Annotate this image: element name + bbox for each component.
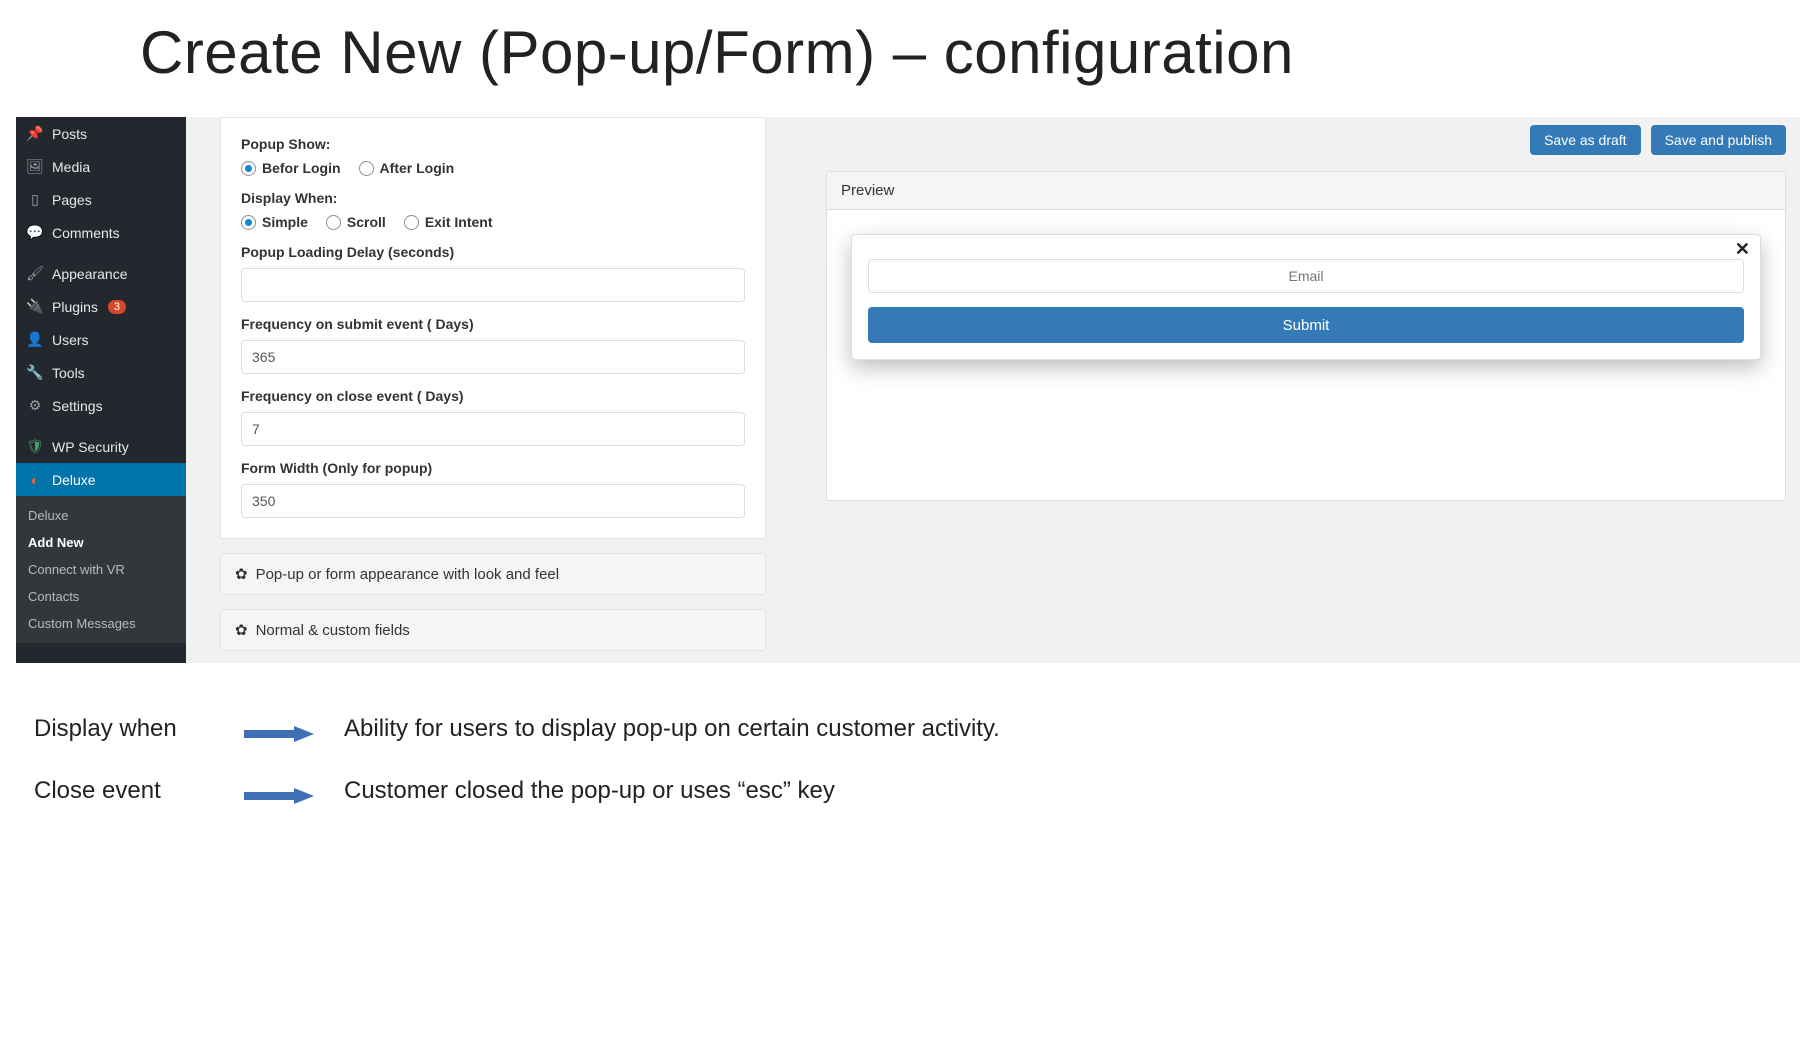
- plug-icon: 🔌: [26, 298, 44, 315]
- sidebar-item-deluxe[interactable]: ◐ Deluxe: [16, 463, 186, 496]
- form-width-input[interactable]: [241, 484, 745, 518]
- display-when-options: Simple Scroll Exit Intent: [241, 214, 745, 230]
- deluxe-icon: ◐: [26, 472, 44, 488]
- radio-label: Befor Login: [262, 160, 341, 176]
- loading-delay-input[interactable]: [241, 268, 745, 302]
- user-icon: 👤: [26, 331, 44, 348]
- sidebar-item-label: Tools: [52, 365, 85, 381]
- radio-label: After Login: [380, 160, 455, 176]
- arrow-icon: [244, 783, 314, 799]
- sidebar-item-settings[interactable]: ⚙ Settings: [16, 389, 186, 422]
- sidebar-item-label: Pages: [52, 192, 92, 208]
- sidebar-item-plugins[interactable]: 🔌 Plugins 3: [16, 290, 186, 323]
- freq-close-label: Frequency on close event ( Days): [241, 388, 745, 404]
- accordion-fields[interactable]: ✿ Normal & custom fields: [220, 609, 766, 651]
- radio-icon: [359, 161, 374, 176]
- sliders-icon: ⚙: [26, 397, 44, 414]
- sidebar-item-label: Plugins: [52, 299, 98, 315]
- gear-icon: ✿: [235, 621, 248, 639]
- comment-icon: 💬: [26, 224, 44, 241]
- accordion-label: Normal & custom fields: [256, 622, 410, 639]
- submenu-connect-vr[interactable]: Connect with VR: [16, 556, 186, 583]
- media-icon: 🖼: [26, 158, 44, 175]
- sidebar-submenu: Deluxe Add New Connect with VR Contacts …: [16, 496, 186, 643]
- shield-icon: 🛡: [26, 438, 44, 455]
- note-description: Ability for users to display pop-up on c…: [344, 715, 1000, 743]
- sidebar-item-label: Users: [52, 332, 89, 348]
- gear-icon: ✿: [235, 565, 248, 583]
- sidebar-item-label: Deluxe: [52, 472, 96, 488]
- sidebar-item-label: Appearance: [52, 266, 128, 282]
- sidebar-item-users[interactable]: 👤 Users: [16, 323, 186, 356]
- radio-icon: [404, 215, 419, 230]
- save-draft-button[interactable]: Save as draft: [1530, 125, 1641, 155]
- sidebar-item-label: Posts: [52, 126, 87, 142]
- loading-delay-label: Popup Loading Delay (seconds): [241, 244, 745, 260]
- slide-notes: Display when Ability for users to displa…: [0, 663, 1800, 805]
- sidebar-item-wp-security[interactable]: 🛡 WP Security: [16, 430, 186, 463]
- slide-title: Create New (Pop-up/Form) – configuration: [0, 0, 1800, 117]
- main-content: Popup Show: Befor Login After Login Disp…: [186, 117, 1800, 663]
- email-input[interactable]: [868, 259, 1744, 293]
- freq-close-input[interactable]: [241, 412, 745, 446]
- radio-exit-intent[interactable]: Exit Intent: [404, 214, 493, 230]
- save-publish-button[interactable]: Save and publish: [1651, 125, 1786, 155]
- right-column: Save as draft Save and publish Preview ✕…: [786, 117, 1800, 663]
- preview-body: ✕ Submit: [827, 210, 1785, 500]
- radio-simple[interactable]: Simple: [241, 214, 308, 230]
- note-display-when: Display when Ability for users to displa…: [34, 715, 1800, 743]
- submenu-contacts[interactable]: Contacts: [16, 583, 186, 610]
- preview-panel: Preview ✕ Submit: [826, 171, 1786, 501]
- radio-icon: [241, 215, 256, 230]
- radio-before-login[interactable]: Befor Login: [241, 160, 341, 176]
- radio-label: Exit Intent: [425, 214, 493, 230]
- sidebar-item-comments[interactable]: 💬 Comments: [16, 216, 186, 249]
- submenu-custom-messages[interactable]: Custom Messages: [16, 610, 186, 637]
- brush-icon: 🖌: [26, 265, 44, 282]
- accordion-appearance[interactable]: ✿ Pop-up or form appearance with look an…: [220, 553, 766, 595]
- sidebar-item-posts[interactable]: 📌 Posts: [16, 117, 186, 150]
- note-label: Display when: [34, 715, 214, 743]
- sidebar-item-pages[interactable]: ▯ Pages: [16, 183, 186, 216]
- freq-submit-input[interactable]: [241, 340, 745, 374]
- sidebar-item-label: Media: [52, 159, 90, 175]
- popup-preview-card: ✕ Submit: [851, 234, 1761, 360]
- note-close-event: Close event Customer closed the pop-up o…: [34, 777, 1800, 805]
- note-label: Close event: [34, 777, 214, 805]
- radio-label: Scroll: [347, 214, 386, 230]
- form-width-label: Form Width (Only for popup): [241, 460, 745, 476]
- preview-heading: Preview: [827, 172, 1785, 210]
- submenu-deluxe[interactable]: Deluxe: [16, 502, 186, 529]
- submenu-add-new[interactable]: Add New: [16, 529, 186, 556]
- close-icon[interactable]: ✕: [1735, 239, 1750, 260]
- radio-label: Simple: [262, 214, 308, 230]
- save-buttons-row: Save as draft Save and publish: [826, 117, 1786, 171]
- sidebar-item-tools[interactable]: 🔧 Tools: [16, 356, 186, 389]
- radio-scroll[interactable]: Scroll: [326, 214, 386, 230]
- wp-sidebar: 📌 Posts 🖼 Media ▯ Pages 💬 Comments 🖌 App…: [16, 117, 186, 663]
- plugin-update-badge: 3: [108, 300, 126, 314]
- display-when-label: Display When:: [241, 190, 745, 206]
- radio-icon: [326, 215, 341, 230]
- sidebar-item-label: Comments: [52, 225, 120, 241]
- freq-submit-label: Frequency on submit event ( Days): [241, 316, 745, 332]
- sidebar-item-media[interactable]: 🖼 Media: [16, 150, 186, 183]
- pin-icon: 📌: [26, 125, 44, 142]
- radio-icon: [241, 161, 256, 176]
- wrench-icon: 🔧: [26, 364, 44, 381]
- radio-after-login[interactable]: After Login: [359, 160, 455, 176]
- popup-show-label: Popup Show:: [241, 136, 745, 152]
- config-panel: Popup Show: Befor Login After Login Disp…: [220, 117, 766, 539]
- sidebar-item-label: Settings: [52, 398, 103, 414]
- arrow-icon: [244, 721, 314, 737]
- config-column: Popup Show: Befor Login After Login Disp…: [186, 117, 786, 663]
- page-icon: ▯: [26, 191, 44, 208]
- accordion-label: Pop-up or form appearance with look and …: [256, 566, 560, 583]
- sidebar-item-appearance[interactable]: 🖌 Appearance: [16, 257, 186, 290]
- sidebar-item-label: WP Security: [52, 439, 129, 455]
- app-screenshot: 📌 Posts 🖼 Media ▯ Pages 💬 Comments 🖌 App…: [0, 117, 1800, 663]
- note-description: Customer closed the pop-up or uses “esc”…: [344, 777, 835, 805]
- submit-button[interactable]: Submit: [868, 307, 1744, 343]
- popup-show-options: Befor Login After Login: [241, 160, 745, 176]
